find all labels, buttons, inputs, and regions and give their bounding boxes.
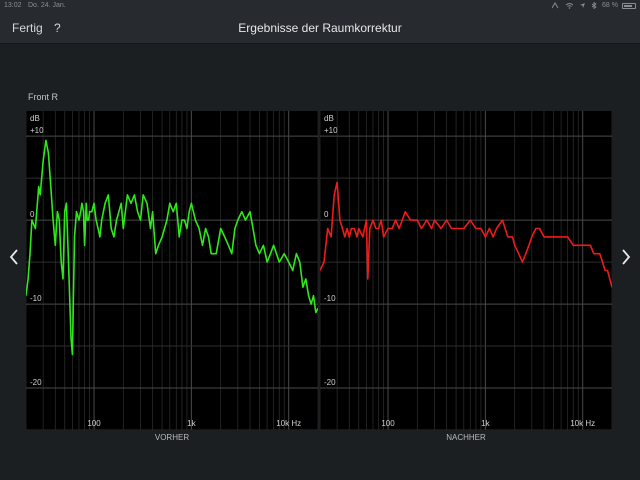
y-tick-label: +10 — [324, 126, 338, 135]
after-chart: +10 0 -10 -20 dB 100 1k 10k Hz — [320, 111, 612, 430]
wifi-icon — [565, 3, 574, 9]
x-tick-label: 1k — [187, 419, 196, 428]
y-tick-label: 0 — [30, 210, 35, 219]
next-channel-button[interactable] — [621, 248, 631, 271]
x-tick-label: 10k Hz — [276, 419, 301, 428]
before-chart-caption: VORHER — [154, 433, 190, 442]
x-tick-label: 100 — [87, 419, 101, 428]
chevron-left-icon — [9, 249, 18, 265]
status-icons: 68 % — [552, 2, 618, 9]
location-icon — [580, 3, 586, 8]
y-tick-label: -10 — [30, 294, 42, 303]
y-axis-unit: dB — [30, 114, 40, 123]
x-tick-label: 1k — [481, 419, 490, 428]
grid-lines — [320, 111, 612, 430]
after-chart-svg: +10 0 -10 -20 dB 100 1k 10k Hz — [320, 111, 612, 430]
y-tick-label: -10 — [324, 294, 336, 303]
channel-label: Front R — [28, 92, 59, 102]
previous-channel-button[interactable] — [9, 248, 19, 271]
y-tick-label: -20 — [30, 378, 42, 387]
y-tick-label: -20 — [324, 378, 336, 387]
battery-icon — [622, 3, 636, 9]
bluetooth-icon — [591, 2, 597, 9]
y-tick-label: +10 — [30, 126, 44, 135]
before-chart-svg: +10 0 -10 -20 dB 100 1k 10k Hz — [26, 111, 318, 430]
x-tick-label: 10k Hz — [570, 419, 595, 428]
after-response-line — [320, 181, 612, 288]
y-tick-label: 0 — [324, 210, 329, 219]
x-tick-label: 100 — [381, 419, 395, 428]
navigation-bar: Fertig ? Ergebnisse der Raumkorrektur — [0, 12, 640, 44]
status-time: 13:02 — [4, 2, 22, 9]
page-title: Ergebnisse der Raumkorrektur — [238, 21, 402, 35]
status-date: Do. 24. Jan. — [28, 2, 66, 9]
signal-icon — [552, 2, 559, 9]
status-bar: 13:02 Do. 24. Jan. 68 % — [0, 0, 640, 12]
battery-percent: 68 % — [602, 2, 618, 9]
before-response-line — [26, 139, 318, 356]
grid-lines — [26, 111, 318, 430]
before-chart: +10 0 -10 -20 dB 100 1k 10k Hz — [26, 111, 318, 430]
y-axis-unit: dB — [324, 114, 334, 123]
chevron-right-icon — [622, 249, 631, 265]
after-chart-caption: NACHHER — [446, 433, 486, 442]
